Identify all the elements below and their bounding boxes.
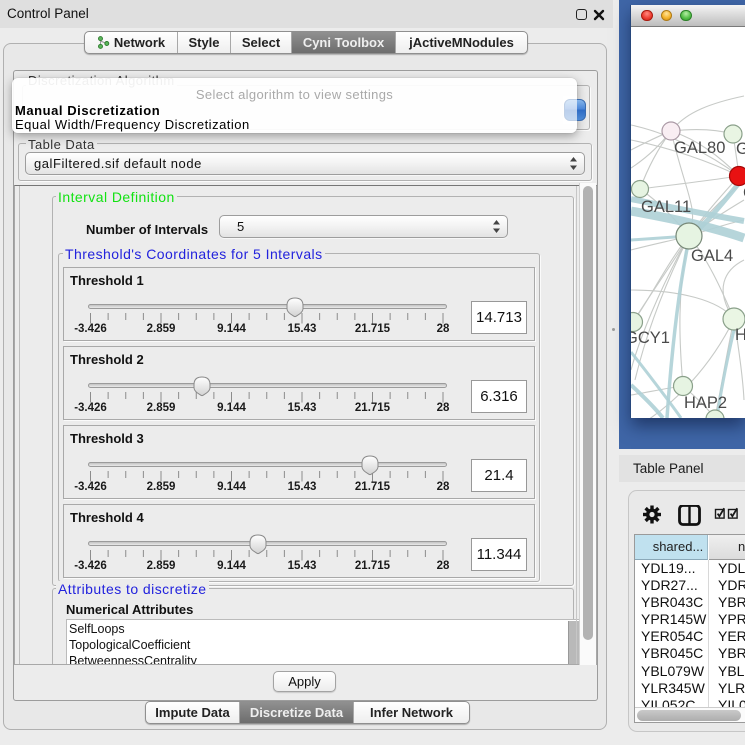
svg-text:H: H (735, 326, 745, 344)
svg-text:GAL4: GAL4 (691, 247, 733, 265)
svg-text:GAL80: GAL80 (674, 139, 725, 157)
svg-text:GAL11: GAL11 (641, 198, 691, 216)
svg-text:GCY1: GCY1 (631, 329, 670, 347)
svg-text:G: G (736, 140, 745, 158)
svg-text:HAP2: HAP2 (684, 394, 727, 412)
